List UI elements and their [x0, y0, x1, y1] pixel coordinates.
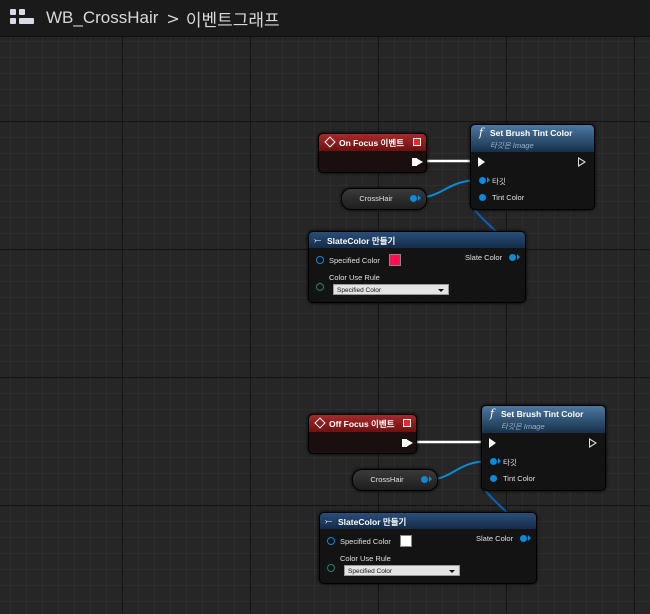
make-node-title: SlateColor 만들기 [327, 236, 396, 246]
color-use-rule-pin-icon[interactable] [327, 564, 335, 572]
tint-color-pin-label: Tint Color [503, 474, 536, 483]
pin-arrow-icon [487, 177, 490, 183]
event-delegate-pin-icon[interactable] [403, 419, 411, 427]
make-struct-icon: ⤚ [314, 235, 322, 245]
exec-output-pin-icon[interactable] [578, 157, 586, 167]
make-node-header: ⤚ SlateColor 만들기 [309, 232, 525, 248]
off-focus-event-node[interactable]: Off Focus 이벤트 [308, 414, 417, 454]
function-node-title: Set Brush Tint Color [501, 409, 584, 419]
blueprint-graph-icon [10, 9, 36, 27]
target-pin-icon[interactable] [490, 458, 497, 465]
specified-color-pin-icon[interactable] [327, 537, 335, 545]
function-node-subtitle: 타깃은 Image [490, 141, 534, 150]
specified-color-pin-icon[interactable] [316, 256, 324, 264]
target-pin-label: 타깃 [503, 458, 517, 467]
color-use-rule-label: Color Use Rule [340, 554, 391, 563]
specified-color-label: Specified Color [340, 537, 391, 546]
variable-label: CrossHair [370, 475, 404, 484]
variable-output-pin-icon[interactable] [410, 195, 417, 202]
tint-color-pin-icon[interactable] [479, 194, 486, 201]
slate-color-output-pin-icon[interactable] [520, 535, 527, 542]
breadcrumb-graph[interactable]: 이벤트그래프 [186, 6, 280, 31]
function-node-title: Set Brush Tint Color [490, 128, 573, 138]
exec-output-pin-icon[interactable] [412, 158, 423, 166]
pin-arrow-icon [429, 476, 432, 482]
crosshair-variable-node[interactable]: CrossHair [352, 469, 438, 491]
dropdown-value: Specified Color [348, 568, 393, 575]
pin-arrow-icon [517, 254, 520, 260]
event-node-header: On Focus 이벤트 [319, 134, 426, 151]
make-struct-icon: ⤚ [325, 516, 333, 526]
event-delegate-pin-icon[interactable] [413, 138, 421, 146]
color-use-rule-pin-icon[interactable] [316, 283, 324, 291]
make-slatecolor-node[interactable]: ⤚ SlateColor 만들기 Specified Color Color U… [308, 231, 526, 303]
target-pin-icon[interactable] [479, 177, 486, 184]
tint-color-pin-icon[interactable] [490, 475, 497, 482]
event-node-header: Off Focus 이벤트 [309, 415, 416, 432]
make-node-header: ⤚ SlateColor 만들기 [320, 513, 536, 529]
specified-color-swatch[interactable] [389, 254, 401, 266]
make-slatecolor-node[interactable]: ⤚ SlateColor 만들기 Specified Color Color U… [319, 512, 537, 584]
breadcrumb-separator-icon: > [166, 8, 180, 28]
function-icon: f [479, 126, 484, 139]
slate-color-output-label: Slate Color [465, 253, 503, 262]
exec-output-pin-icon[interactable] [589, 438, 597, 448]
function-node-subtitle: 타깃은 Image [501, 422, 545, 431]
function-icon: f [490, 407, 495, 420]
color-use-rule-label: Color Use Rule [329, 273, 380, 282]
event-node-title: Off Focus 이벤트 [329, 419, 395, 429]
color-use-rule-dropdown[interactable]: Specified Color [333, 284, 449, 295]
pin-arrow-icon [498, 458, 501, 464]
pin-arrow-icon [418, 195, 421, 201]
event-diamond-icon [314, 417, 326, 429]
exec-input-pin-icon[interactable] [478, 157, 485, 167]
make-node-title: SlateColor 만들기 [338, 517, 407, 527]
on-focus-event-node[interactable]: On Focus 이벤트 [318, 133, 427, 173]
set-brush-tint-color-node[interactable]: f Set Brush Tint Color 타깃은 Image 타깃 Tint… [481, 405, 606, 491]
slate-color-output-pin-icon[interactable] [509, 254, 516, 261]
dropdown-arrow-icon [438, 289, 444, 292]
specified-color-swatch[interactable] [400, 535, 412, 547]
dropdown-value: Specified Color [337, 287, 382, 294]
tint-color-pin-label: Tint Color [492, 193, 525, 202]
variable-label: CrossHair [359, 194, 393, 203]
set-brush-tint-color-node[interactable]: f Set Brush Tint Color 타깃은 Image 타깃 Tint… [470, 124, 595, 210]
graph-header-bar: WB_CrossHair > 이벤트그래프 [0, 0, 650, 37]
color-use-rule-dropdown[interactable]: Specified Color [344, 565, 460, 576]
pin-arrow-icon [528, 535, 531, 541]
function-node-header: f Set Brush Tint Color 타깃은 Image [482, 406, 605, 433]
crosshair-variable-node[interactable]: CrossHair [341, 188, 427, 210]
exec-output-pin-icon[interactable] [402, 439, 413, 447]
specified-color-label: Specified Color [329, 256, 380, 265]
exec-input-pin-icon[interactable] [489, 438, 496, 448]
variable-output-pin-icon[interactable] [421, 476, 428, 483]
breadcrumb-blueprint[interactable]: WB_CrossHair [46, 8, 158, 28]
function-node-header: f Set Brush Tint Color 타깃은 Image [471, 125, 594, 152]
event-node-title: On Focus 이벤트 [339, 138, 405, 148]
event-diamond-icon [324, 136, 336, 148]
dropdown-arrow-icon [449, 570, 455, 573]
slate-color-output-label: Slate Color [476, 534, 514, 543]
target-pin-label: 타깃 [492, 177, 506, 186]
